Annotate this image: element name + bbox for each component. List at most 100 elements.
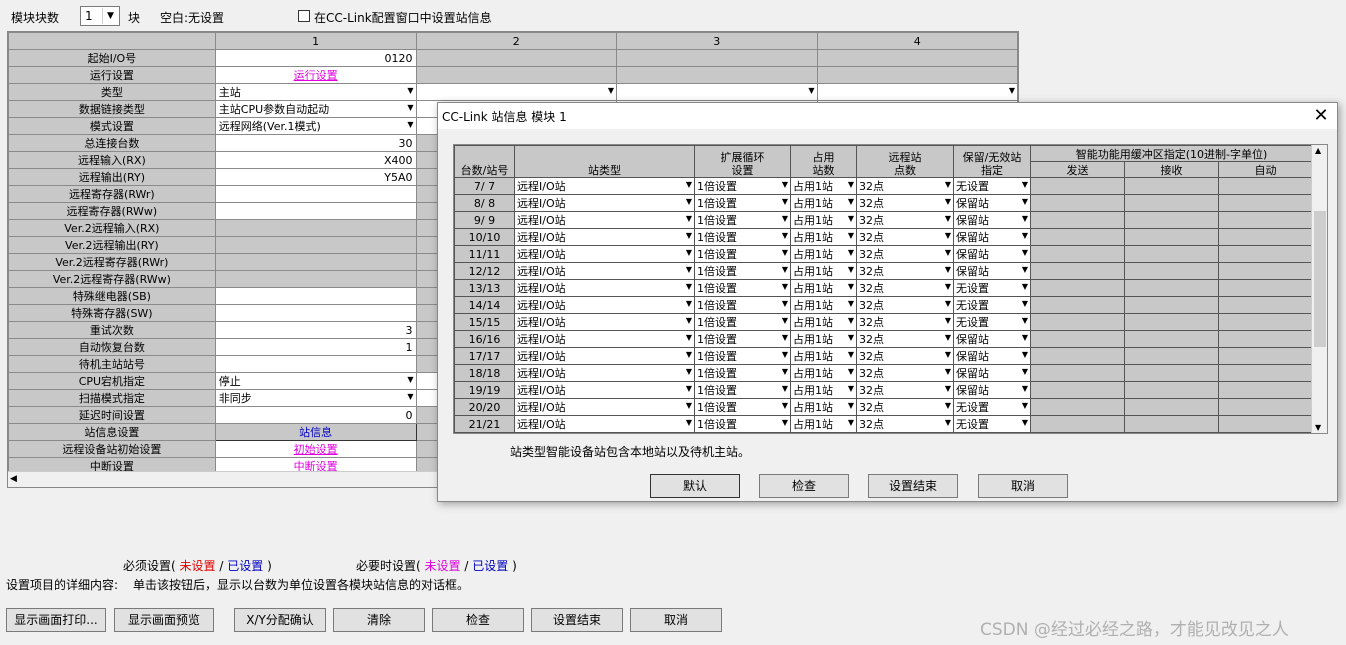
occupied-select[interactable]: 占用1站▼ xyxy=(790,262,857,280)
ext-cycle-select[interactable]: 1倍设置▼ xyxy=(694,330,791,348)
ext-cycle-select[interactable]: 1倍设置▼ xyxy=(694,415,791,433)
grid-cell-value[interactable]: 0120 xyxy=(214,49,417,67)
ext-cycle-select[interactable]: 1倍设置▼ xyxy=(694,296,791,314)
grid-cell-value[interactable]: 非同步 ▼ xyxy=(214,389,417,407)
reserve-select[interactable]: 保留站 ▼ xyxy=(953,194,1031,212)
scroll-thumb[interactable] xyxy=(1314,211,1326,347)
ext-cycle-select[interactable]: 1倍设置▼ xyxy=(694,279,791,297)
remote-points-select[interactable]: 32点▼ xyxy=(856,398,954,416)
occupied-select[interactable]: 占用1站▼ xyxy=(790,398,857,416)
close-icon[interactable]: ✕ xyxy=(1311,105,1331,126)
grid-cell-empty[interactable]: ▼ xyxy=(616,83,818,101)
station-type-select[interactable]: 远程I/O站▼ xyxy=(514,228,695,246)
grid-cell-value[interactable]: 初始设置 xyxy=(214,440,417,458)
scroll-up-icon[interactable]: ▲ xyxy=(1315,146,1321,155)
finish-button[interactable]: 设置结束 xyxy=(531,608,623,632)
reserve-select[interactable]: 无设置 ▼ xyxy=(953,398,1031,416)
grid-cell-value[interactable] xyxy=(214,304,417,322)
station-info-checkbox[interactable] xyxy=(298,10,310,22)
remote-points-select[interactable]: 32点▼ xyxy=(856,415,954,433)
grid-cell-empty[interactable]: ▼ xyxy=(415,83,618,101)
occupied-select[interactable]: 占用1站▼ xyxy=(790,415,857,433)
dialog-default-button[interactable]: 默认 xyxy=(650,474,740,498)
ext-cycle-select[interactable]: 1倍设置▼ xyxy=(694,347,791,365)
station-type-select[interactable]: 远程I/O站▼ xyxy=(514,296,695,314)
remote-points-select[interactable]: 32点▼ xyxy=(856,347,954,365)
grid-cell-value[interactable] xyxy=(214,202,417,220)
grid-cell-value[interactable]: 远程网络(Ver.1模式) ▼ xyxy=(214,117,417,135)
remote-points-select[interactable]: 32点▼ xyxy=(856,177,954,195)
ext-cycle-select[interactable]: 1倍设置▼ xyxy=(694,194,791,212)
ext-cycle-select[interactable]: 1倍设置▼ xyxy=(694,211,791,229)
remote-points-select[interactable]: 32点▼ xyxy=(856,194,954,212)
grid-cell-value[interactable]: 1 xyxy=(214,338,417,356)
remote-points-select[interactable]: 32点▼ xyxy=(856,279,954,297)
grid-cell-value[interactable]: 3 xyxy=(214,321,417,339)
remote-points-select[interactable]: 32点▼ xyxy=(856,296,954,314)
occupied-select[interactable]: 占用1站▼ xyxy=(790,296,857,314)
print-screen-button[interactable]: 显示画面打印... xyxy=(6,608,106,632)
xy-assign-button[interactable]: X/Y分配确认 xyxy=(234,608,326,632)
occupied-select[interactable]: 占用1站▼ xyxy=(790,245,857,263)
check-button[interactable]: 检查 xyxy=(432,608,524,632)
dialog-finish-button[interactable]: 设置结束 xyxy=(868,474,958,498)
reserve-select[interactable]: 无设置 ▼ xyxy=(953,313,1031,331)
reserve-select[interactable]: 保留站 ▼ xyxy=(953,364,1031,382)
reserve-select[interactable]: 无设置 ▼ xyxy=(953,296,1031,314)
station-type-select[interactable]: 远程I/O站▼ xyxy=(514,211,695,229)
occupied-select[interactable]: 占用1站▼ xyxy=(790,432,857,433)
grid-cell-value[interactable]: Y5A0 xyxy=(214,168,417,186)
ext-cycle-select[interactable]: 1倍设置▼ xyxy=(694,381,791,399)
ext-cycle-select[interactable]: 1倍设置▼ xyxy=(694,177,791,195)
occupied-select[interactable]: 占用1站▼ xyxy=(790,228,857,246)
dialog-cancel-button[interactable]: 取消 xyxy=(978,474,1068,498)
dialog-check-button[interactable]: 检查 xyxy=(759,474,849,498)
grid-cell-empty[interactable]: ▼ xyxy=(816,83,1018,101)
grid-cell-value[interactable]: 主站CPU参数自动起动 ▼ xyxy=(214,100,417,118)
remote-points-select[interactable]: 32点▼ xyxy=(856,211,954,229)
occupied-select[interactable]: 占用1站▼ xyxy=(790,211,857,229)
station-type-select[interactable]: 远程I/O站▼ xyxy=(514,177,695,195)
remote-points-select[interactable]: 32点▼ xyxy=(856,262,954,280)
station-type-select[interactable]: 远程I/O站▼ xyxy=(514,194,695,212)
grid-cell-value[interactable]: 停止 ▼ xyxy=(214,372,417,390)
station-type-select[interactable]: 远程I/O站▼ xyxy=(514,245,695,263)
occupied-select[interactable]: 占用1站▼ xyxy=(790,313,857,331)
preview-button[interactable]: 显示画面预览 xyxy=(114,608,214,632)
ext-cycle-select[interactable]: 1倍设置▼ xyxy=(694,245,791,263)
occupied-select[interactable]: 占用1站▼ xyxy=(790,279,857,297)
grid-cell-value[interactable]: 主站 ▼ xyxy=(214,83,417,101)
scroll-left-icon[interactable]: ◀ xyxy=(10,474,17,484)
remote-points-select[interactable]: 32点▼ xyxy=(856,313,954,331)
grid-cell-value[interactable]: 30 xyxy=(214,134,417,152)
remote-points-select[interactable]: 32点▼ xyxy=(856,432,954,433)
module-count-select[interactable]: 1 ▼ xyxy=(80,6,120,26)
occupied-select[interactable]: 占用1站▼ xyxy=(790,364,857,382)
ext-cycle-select[interactable]: 1倍设置▼ xyxy=(694,432,791,433)
ext-cycle-select[interactable]: 1倍设置▼ xyxy=(694,228,791,246)
station-type-select[interactable]: 远程I/O站▼ xyxy=(514,313,695,331)
grid-cell-value[interactable]: 0 xyxy=(214,406,417,424)
station-type-select[interactable]: 远程I/O站▼ xyxy=(514,381,695,399)
grid-cell-value[interactable]: X400 xyxy=(214,151,417,169)
occupied-select[interactable]: 占用1站▼ xyxy=(790,177,857,195)
station-type-select[interactable]: 远程I/O站▼ xyxy=(514,364,695,382)
station-type-select[interactable]: 远程I/O站▼ xyxy=(514,347,695,365)
grid-cell-value[interactable]: 运行设置 xyxy=(214,66,417,84)
reserve-select[interactable]: 保留站 ▼ xyxy=(953,330,1031,348)
station-type-select[interactable]: 远程I/O站▼ xyxy=(514,415,695,433)
remote-points-select[interactable]: 32点▼ xyxy=(856,228,954,246)
occupied-select[interactable]: 占用1站▼ xyxy=(790,381,857,399)
ext-cycle-select[interactable]: 1倍设置▼ xyxy=(694,398,791,416)
grid-cell-value[interactable]: 站信息 xyxy=(214,423,417,441)
occupied-select[interactable]: 占用1站▼ xyxy=(790,330,857,348)
remote-points-select[interactable]: 32点▼ xyxy=(856,245,954,263)
scroll-down-icon[interactable]: ▼ xyxy=(1315,423,1321,432)
station-type-select[interactable]: 远程I/O站▼ xyxy=(514,432,695,433)
ext-cycle-select[interactable]: 1倍设置▼ xyxy=(694,262,791,280)
station-type-select[interactable]: 远程I/O站▼ xyxy=(514,398,695,416)
remote-points-select[interactable]: 32点▼ xyxy=(856,330,954,348)
vertical-scrollbar[interactable]: ▲ ▼ xyxy=(1311,145,1327,433)
reserve-select[interactable]: 保留站 ▼ xyxy=(953,228,1031,246)
reserve-select[interactable]: 无设置 ▼ xyxy=(953,177,1031,195)
